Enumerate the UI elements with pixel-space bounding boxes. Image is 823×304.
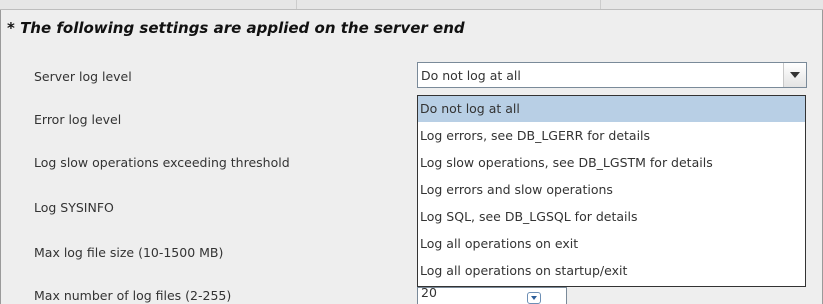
- max-log-file-size-label: Max log file size (10-1500 MB): [34, 245, 224, 260]
- dropdown-option[interactable]: Log SQL, see DB_LGSQL for details: [418, 204, 805, 230]
- server-log-level-select[interactable]: Do not log at all: [417, 62, 807, 88]
- dropdown-option[interactable]: Log slow operations, see DB_LGSTM for de…: [418, 150, 805, 176]
- max-log-files-value: 20: [421, 287, 437, 300]
- dropdown-option[interactable]: Log errors and slow operations: [418, 177, 805, 203]
- column-divider: [296, 0, 297, 9]
- chevron-down-icon[interactable]: [783, 63, 806, 87]
- column-divider: [600, 0, 601, 9]
- server-log-level-value: Do not log at all: [421, 68, 521, 83]
- server-log-level-label: Server log level: [34, 69, 132, 84]
- dropdown-option[interactable]: Log errors, see DB_LGERR for details: [418, 123, 805, 149]
- max-log-files-label: Max number of log files (2-255): [34, 288, 232, 303]
- log-slow-operations-label: Log slow operations exceeding threshold: [34, 155, 290, 170]
- server-log-level-dropdown: Do not log at all Log errors, see DB_LGE…: [417, 95, 806, 287]
- error-log-level-label: Error log level: [34, 112, 122, 127]
- max-log-files-spinner[interactable]: 20: [417, 287, 567, 304]
- dropdown-option[interactable]: Log all operations on exit: [418, 231, 805, 257]
- log-sysinfo-label: Log SYSINFO: [34, 200, 114, 215]
- dropdown-option[interactable]: Log all operations on startup/exit: [418, 258, 805, 284]
- spinner-down-icon[interactable]: [527, 292, 541, 304]
- header-strip: [0, 0, 823, 10]
- dropdown-option[interactable]: Do not log at all: [418, 96, 805, 122]
- section-title: * The following settings are applied on …: [7, 19, 465, 37]
